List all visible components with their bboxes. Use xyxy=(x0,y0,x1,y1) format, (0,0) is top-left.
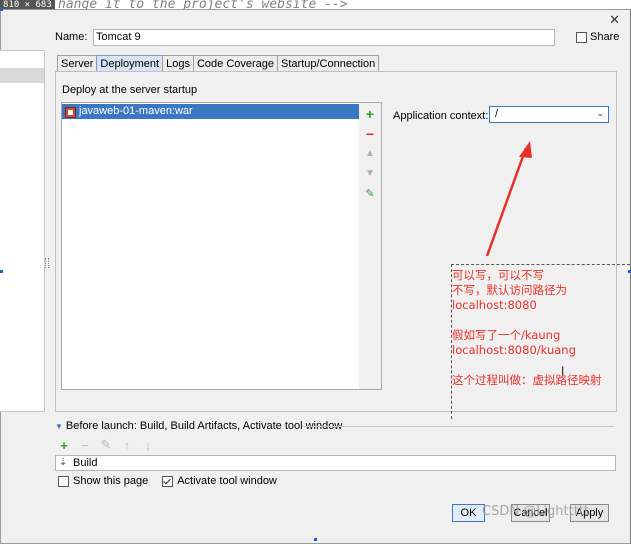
add-task-icon[interactable]: + xyxy=(58,438,70,453)
move-task-up-icon[interactable]: ↑ xyxy=(121,438,133,453)
task-label: Build xyxy=(73,457,98,469)
text-cursor-icon: I xyxy=(561,364,565,378)
bottom-options: Show this page Activate tool window xyxy=(58,475,277,487)
selection-handle xyxy=(0,270,3,273)
ok-button[interactable]: OK xyxy=(452,504,485,522)
show-this-page-checkbox[interactable] xyxy=(58,475,69,487)
build-icon: ⇣ xyxy=(59,457,68,468)
before-launch-task-row[interactable]: ⇣ Build xyxy=(55,455,616,471)
selection-handle xyxy=(0,8,3,11)
annotation-arrow-shaft xyxy=(485,147,528,257)
edit-task-icon[interactable]: ✎ xyxy=(100,437,112,453)
activate-tool-window-checkbox[interactable] xyxy=(162,475,174,487)
before-launch-header[interactable]: ▼ Before launch: Build, Build Artifacts,… xyxy=(55,420,342,432)
before-launch-toolbar: + − ✎ ↑ ↓ xyxy=(58,437,154,453)
annotation-arrow-head xyxy=(519,141,532,158)
before-launch-title: Before launch: Build, Build Artifacts, A… xyxy=(65,420,343,432)
annotation-text: 可以写，可以不写 不写，默认访问路径为 localhost:8080 假如写了一… xyxy=(452,268,602,387)
selection-handle xyxy=(314,538,317,541)
activate-tool-window-label: Activate tool window xyxy=(177,475,277,487)
move-task-down-icon[interactable]: ↓ xyxy=(142,438,154,453)
remove-task-icon[interactable]: − xyxy=(79,438,91,453)
watermark: CSDN @Lighttttt xyxy=(482,504,590,519)
expand-triangle-icon[interactable]: ▼ xyxy=(55,422,63,431)
show-this-page-label: Show this page xyxy=(73,475,149,487)
before-launch-divider xyxy=(302,426,614,427)
